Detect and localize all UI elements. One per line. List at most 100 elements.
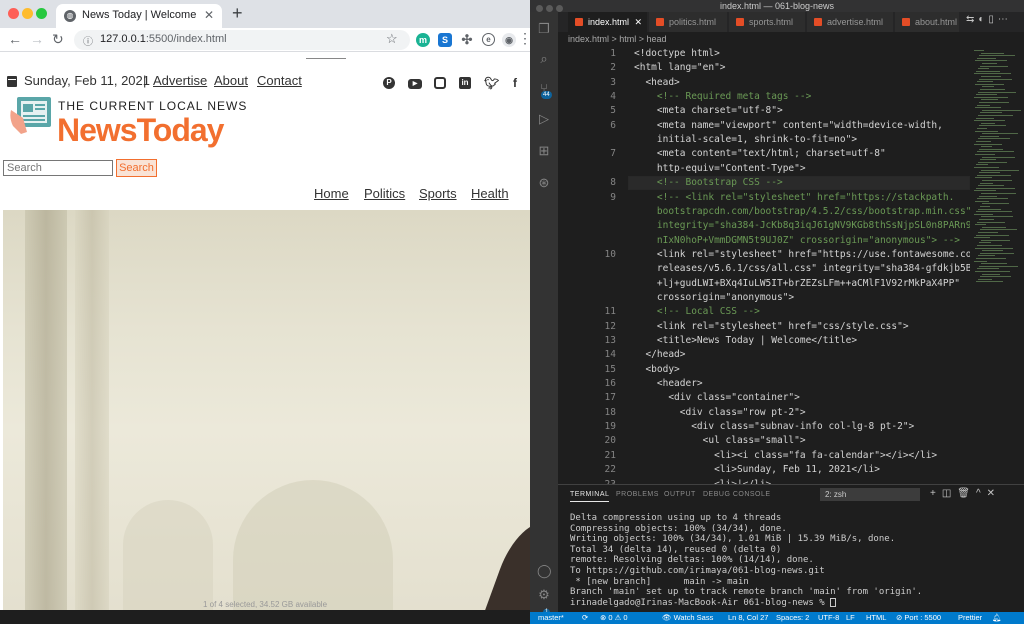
- code-line: <!doctype html>: [634, 48, 720, 59]
- tab-sports-html[interactable]: sports.html: [729, 12, 806, 32]
- back-arrow-icon[interactable]: ←: [8, 31, 22, 47]
- minimap-line: [982, 180, 1012, 181]
- code-line: initial-scale=1, shrink-to-fit=no">: [634, 134, 858, 146]
- prettier-formatter[interactable]: Prettier: [958, 612, 982, 624]
- browser-tab[interactable]: ◍ News Today | Welcome ✕: [56, 4, 222, 28]
- code-line: <title>News Today | Welcome</title>: [634, 335, 858, 346]
- profile-avatar-icon[interactable]: ◉: [502, 33, 516, 47]
- extensions-icon[interactable]: ⊞: [537, 144, 551, 158]
- extension-circle-icon[interactable]: e: [482, 33, 495, 46]
- git-branch[interactable]: master*: [538, 612, 564, 624]
- tab-terminal[interactable]: TERMINAL: [570, 491, 610, 502]
- minimap-line: [979, 125, 1006, 127]
- search-button[interactable]: Search: [116, 159, 157, 177]
- notifications-icon[interactable]: 🔔︎: [992, 612, 1002, 624]
- tab-strip: ◍ News Today | Welcome ✕ +: [0, 0, 530, 28]
- forward-arrow-icon[interactable]: →: [30, 31, 44, 47]
- code-line: <head>: [634, 76, 680, 88]
- tab-politics-html[interactable]: politics.html: [649, 12, 728, 32]
- line-number: 8: [610, 177, 616, 189]
- nav-politics-link[interactable]: Politics: [364, 186, 405, 201]
- close-window-button[interactable]: [8, 8, 19, 19]
- tab-index-html[interactable]: index.html ✕: [568, 12, 648, 32]
- nav-sports-link[interactable]: Sports: [419, 186, 457, 201]
- hero-figure: [479, 513, 530, 610]
- tab-debug-console[interactable]: DEBUG CONSOLE: [703, 491, 771, 498]
- pinterest-icon[interactable]: P: [383, 77, 395, 89]
- search-icon[interactable]: ⌕: [537, 52, 551, 66]
- separator: |: [143, 73, 147, 88]
- code-editor[interactable]: 1 <!doctype html> 2 <html lang="en"> 3 <head…: [558, 46, 970, 484]
- reload-icon[interactable]: ↻: [52, 31, 64, 48]
- info-icon[interactable]: ⓘ: [83, 33, 93, 48]
- watch-sass-button[interactable]: 👁 Watch Sass: [662, 612, 713, 624]
- minimap-line: [975, 271, 1010, 272]
- about-link[interactable]: About: [214, 73, 248, 88]
- terminal-select[interactable]: 2: zsh: [820, 488, 920, 501]
- explorer-files-icon[interactable]: ❐: [537, 22, 551, 36]
- search-input[interactable]: [3, 160, 113, 176]
- extension-s-icon[interactable]: S: [438, 33, 452, 47]
- nav-home-link[interactable]: Home: [314, 186, 349, 201]
- vscode-window: index.html — 061-blog-news ❐ ⌕ ⑂ 44 ▷ ⊞ …: [530, 0, 1024, 624]
- close-icon[interactable]: ✕: [634, 12, 642, 32]
- minimap-line: [977, 151, 1014, 153]
- cursor-position[interactable]: Ln 8, Col 27: [728, 612, 768, 624]
- terminal-line: irinadelgado@Irinas-MacBook-Air 061-blog…: [570, 597, 837, 608]
- encoding[interactable]: UTF-8: [818, 612, 839, 624]
- live-server-port[interactable]: ⊘ Port : 5500: [896, 612, 941, 624]
- minimap-line: [981, 193, 1016, 194]
- address-bar[interactable]: ⓘ 127.0.0.1:5500/index.html: [74, 30, 410, 50]
- language-mode[interactable]: HTML: [866, 612, 886, 624]
- terminal-line: Writing objects: 100% (34/34), 1.01 MiB …: [570, 534, 896, 545]
- editor-actions[interactable]: ⇆◐▯⋯: [966, 14, 1012, 25]
- brand-title[interactable]: NewsToday: [57, 112, 224, 149]
- code-line: bootstrapcdn.com/bootstrap/4.5.2/css/boo…: [634, 205, 970, 217]
- bookmark-star-icon[interactable]: ☆: [386, 31, 398, 47]
- panel-actions[interactable]: +◫🗑︎^✕: [930, 488, 1001, 499]
- code-line: +lj+gudLWI+BXq4IuLW5IT+brZEZsLFm++aCMlF1…: [634, 277, 961, 289]
- settings-gear-icon[interactable]: ⚙: [537, 588, 551, 602]
- nav-health-link[interactable]: Health: [471, 186, 509, 201]
- sync-icon[interactable]: ⟳: [582, 612, 588, 624]
- minimap-line: [976, 281, 1003, 283]
- extensions-puzzle-icon[interactable]: ✣: [460, 33, 474, 47]
- account-icon[interactable]: ◯: [537, 564, 552, 578]
- youtube-icon[interactable]: ▶: [408, 79, 422, 89]
- problems-count[interactable]: ⊗ 0 ⚠ 0: [600, 612, 628, 624]
- minimize-window-button[interactable]: [22, 8, 33, 19]
- minimap[interactable]: [970, 46, 1024, 484]
- line-number: 17: [604, 392, 616, 404]
- minimap-line: [981, 263, 1007, 265]
- tab-advertise-html[interactable]: advertise.html: [807, 12, 894, 32]
- twitter-icon[interactable]: 🐦︎: [484, 77, 499, 89]
- code-line: <!-- Bootstrap CSS -->: [634, 177, 783, 189]
- minimap-line: [979, 55, 1015, 57]
- tab-about-html[interactable]: about.html: [895, 12, 960, 32]
- code-line: </head>: [634, 349, 686, 361]
- new-tab-button[interactable]: +: [232, 3, 243, 24]
- hero-pillar: [25, 210, 67, 610]
- url-path: :5500/index.html: [145, 33, 227, 45]
- url-text: 127.0.0.1:5500/index.html: [100, 33, 227, 45]
- remote-icon[interactable]: ⊛: [537, 176, 551, 190]
- close-tab-icon[interactable]: ✕: [204, 8, 214, 22]
- indentation[interactable]: Spaces: 2: [776, 612, 809, 624]
- more-menu-icon[interactable]: ⋮: [518, 30, 530, 47]
- date-text: Sunday, Feb 11, 2021: [24, 73, 151, 88]
- linkedin-icon[interactable]: in: [459, 77, 471, 89]
- extension-m-icon[interactable]: m: [416, 33, 430, 47]
- tab-output[interactable]: OUTPUT: [664, 491, 696, 498]
- instagram-icon[interactable]: [434, 77, 446, 89]
- contact-link[interactable]: Contact: [257, 73, 302, 88]
- minimap-line: [980, 112, 1002, 114]
- end-of-line[interactable]: LF: [846, 612, 855, 624]
- code-line: integrity="sha384-JcKb8q3iqJ61gNV9KGb8th…: [634, 220, 970, 232]
- maximize-window-button[interactable]: [36, 8, 47, 19]
- minimap-line: [977, 104, 990, 106]
- advertise-link[interactable]: Advertise: [153, 73, 207, 88]
- facebook-icon[interactable]: f: [509, 77, 521, 89]
- tab-problems[interactable]: PROBLEMS: [616, 491, 659, 498]
- run-debug-icon[interactable]: ▷: [537, 112, 551, 126]
- breadcrumb[interactable]: index.html > html > head: [558, 32, 1024, 46]
